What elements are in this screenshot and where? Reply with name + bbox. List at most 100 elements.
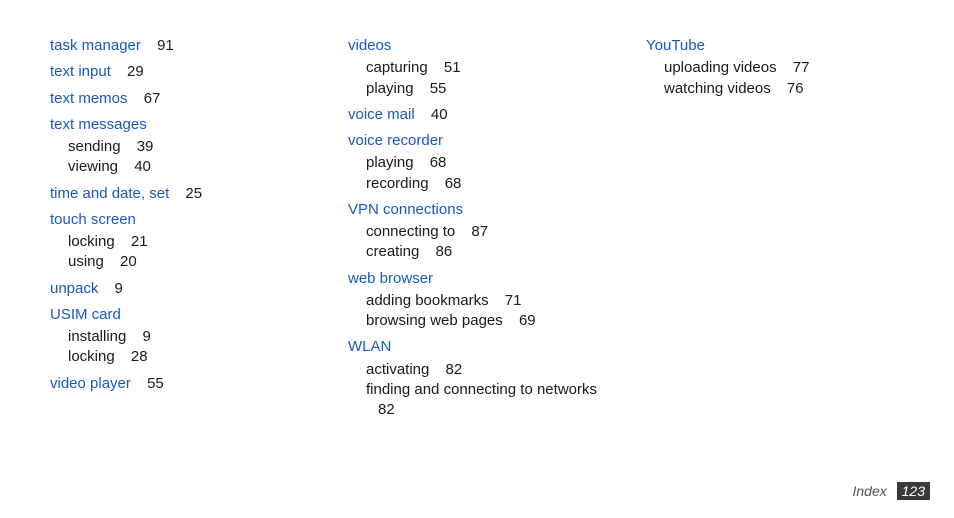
index-entry: videos capturing 51 playing 55 — [348, 36, 606, 99]
index-term[interactable]: text input — [50, 63, 111, 80]
index-sublabel: finding and connecting to networks — [366, 381, 597, 398]
index-term[interactable]: voice recorder — [348, 132, 443, 149]
index-sublabel: connecting to — [366, 223, 455, 240]
index-page-ref[interactable]: 82 — [378, 401, 395, 418]
footer-section-label: Index — [853, 483, 887, 499]
index-page-ref[interactable]: 40 — [134, 158, 151, 175]
index-subentries: adding bookmarks 71 browsing web pages 6… — [348, 291, 606, 332]
index-column-3: YouTube uploading videos 77 watching vid… — [646, 36, 904, 426]
index-entry: text input 29 — [50, 62, 308, 82]
index-term[interactable]: web browser — [348, 270, 433, 287]
index-page-ref[interactable]: 9 — [115, 280, 123, 297]
index-page-ref[interactable]: 9 — [143, 328, 151, 345]
index-page-ref[interactable]: 86 — [436, 243, 453, 260]
index-subentry: activating 82 — [366, 360, 606, 380]
index-subentries: uploading videos 77 watching videos 76 — [646, 58, 904, 99]
index-entry: time and date, set 25 — [50, 184, 308, 204]
index-sublabel: playing — [366, 154, 414, 171]
index-sublabel: creating — [366, 243, 419, 260]
index-entry: USIM card installing 9 locking 28 — [50, 305, 308, 368]
index-term[interactable]: task manager — [50, 37, 141, 54]
index-entry: text memos 67 — [50, 89, 308, 109]
index-term[interactable]: WLAN — [348, 338, 391, 355]
index-subentry: finding and connecting to networks 82 — [366, 380, 606, 421]
index-subentries: capturing 51 playing 55 — [348, 58, 606, 99]
index-page-ref[interactable]: 20 — [120, 253, 137, 270]
index-page-ref[interactable]: 68 — [445, 175, 462, 192]
index-page-ref[interactable]: 68 — [430, 154, 447, 171]
index-term[interactable]: VPN connections — [348, 201, 463, 218]
index-term[interactable]: USIM card — [50, 306, 121, 323]
index-page-ref[interactable]: 55 — [430, 80, 447, 97]
index-page-ref[interactable]: 77 — [793, 59, 810, 76]
index-page-ref[interactable]: 25 — [185, 185, 202, 202]
index-term[interactable]: time and date, set — [50, 185, 169, 202]
index-page-ref[interactable]: 55 — [147, 375, 164, 392]
index-entry: voice mail 40 — [348, 105, 606, 125]
index-entry: WLAN activating 82 finding and connectin… — [348, 337, 606, 420]
index-subentry: using 20 — [68, 252, 308, 272]
index-subentries: locking 21 using 20 — [50, 232, 308, 273]
index-term[interactable]: unpack — [50, 280, 98, 297]
index-term[interactable]: text memos — [50, 90, 128, 107]
index-term[interactable]: videos — [348, 37, 391, 54]
index-entry: voice recorder playing 68 recording 68 — [348, 131, 606, 194]
index-term[interactable]: YouTube — [646, 37, 705, 54]
index-entry: text messages sending 39 viewing 40 — [50, 115, 308, 178]
index-page-ref[interactable]: 82 — [446, 361, 463, 378]
index-subentries: installing 9 locking 28 — [50, 327, 308, 368]
index-subentry: watching videos 76 — [664, 79, 904, 99]
index-page-ref[interactable]: 67 — [144, 90, 161, 107]
index-page-ref[interactable]: 40 — [431, 106, 448, 123]
index-subentry: capturing 51 — [366, 58, 606, 78]
index-subentry: viewing 40 — [68, 157, 308, 177]
index-page-ref[interactable]: 71 — [505, 292, 522, 309]
index-sublabel: watching videos — [664, 80, 771, 97]
index-sublabel: using — [68, 253, 104, 270]
index-page-ref[interactable]: 87 — [471, 223, 488, 240]
index-sublabel: uploading videos — [664, 59, 777, 76]
index-subentry: sending 39 — [68, 137, 308, 157]
index-entry: web browser adding bookmarks 71 browsing… — [348, 269, 606, 332]
index-sublabel: locking — [68, 348, 115, 365]
index-term[interactable]: touch screen — [50, 211, 136, 228]
index-page: task manager 91 text input 29 text memos… — [0, 0, 954, 426]
index-subentry: playing 68 — [366, 153, 606, 173]
index-subentries: sending 39 viewing 40 — [50, 137, 308, 178]
index-entry: task manager 91 — [50, 36, 308, 56]
index-subentries: activating 82 finding and connecting to … — [348, 360, 606, 421]
index-page-ref[interactable]: 39 — [137, 138, 154, 155]
index-term[interactable]: text messages — [50, 116, 147, 133]
index-page-ref[interactable]: 69 — [519, 312, 536, 329]
index-term[interactable]: video player — [50, 375, 131, 392]
footer-page-number: 123 — [897, 482, 930, 500]
index-subentry: browsing web pages 69 — [366, 311, 606, 331]
index-sublabel: installing — [68, 328, 126, 345]
index-subentries: playing 68 recording 68 — [348, 153, 606, 194]
index-page-ref[interactable]: 21 — [131, 233, 148, 250]
index-sublabel: recording — [366, 175, 429, 192]
index-sublabel: capturing — [366, 59, 428, 76]
index-entry: YouTube uploading videos 77 watching vid… — [646, 36, 904, 99]
index-entry: VPN connections connecting to 87 creatin… — [348, 200, 606, 263]
index-subentry: creating 86 — [366, 242, 606, 262]
index-term[interactable]: voice mail — [348, 106, 415, 123]
index-page-ref[interactable]: 51 — [444, 59, 461, 76]
index-page-ref[interactable]: 28 — [131, 348, 148, 365]
index-subentry: locking 21 — [68, 232, 308, 252]
index-subentry: recording 68 — [366, 174, 606, 194]
index-entry: video player 55 — [50, 374, 308, 394]
index-page-ref[interactable]: 91 — [157, 37, 174, 54]
index-entry: touch screen locking 21 using 20 — [50, 210, 308, 273]
index-subentries: connecting to 87 creating 86 — [348, 222, 606, 263]
index-subentry: uploading videos 77 — [664, 58, 904, 78]
index-sublabel: adding bookmarks — [366, 292, 489, 309]
index-entry: unpack 9 — [50, 279, 308, 299]
index-page-ref[interactable]: 29 — [127, 63, 144, 80]
index-page-ref[interactable]: 76 — [787, 80, 804, 97]
index-sublabel: activating — [366, 361, 429, 378]
index-subentry: connecting to 87 — [366, 222, 606, 242]
index-sublabel: sending — [68, 138, 121, 155]
index-column-2: videos capturing 51 playing 55 voice mai… — [348, 36, 606, 426]
index-column-1: task manager 91 text input 29 text memos… — [50, 36, 308, 426]
